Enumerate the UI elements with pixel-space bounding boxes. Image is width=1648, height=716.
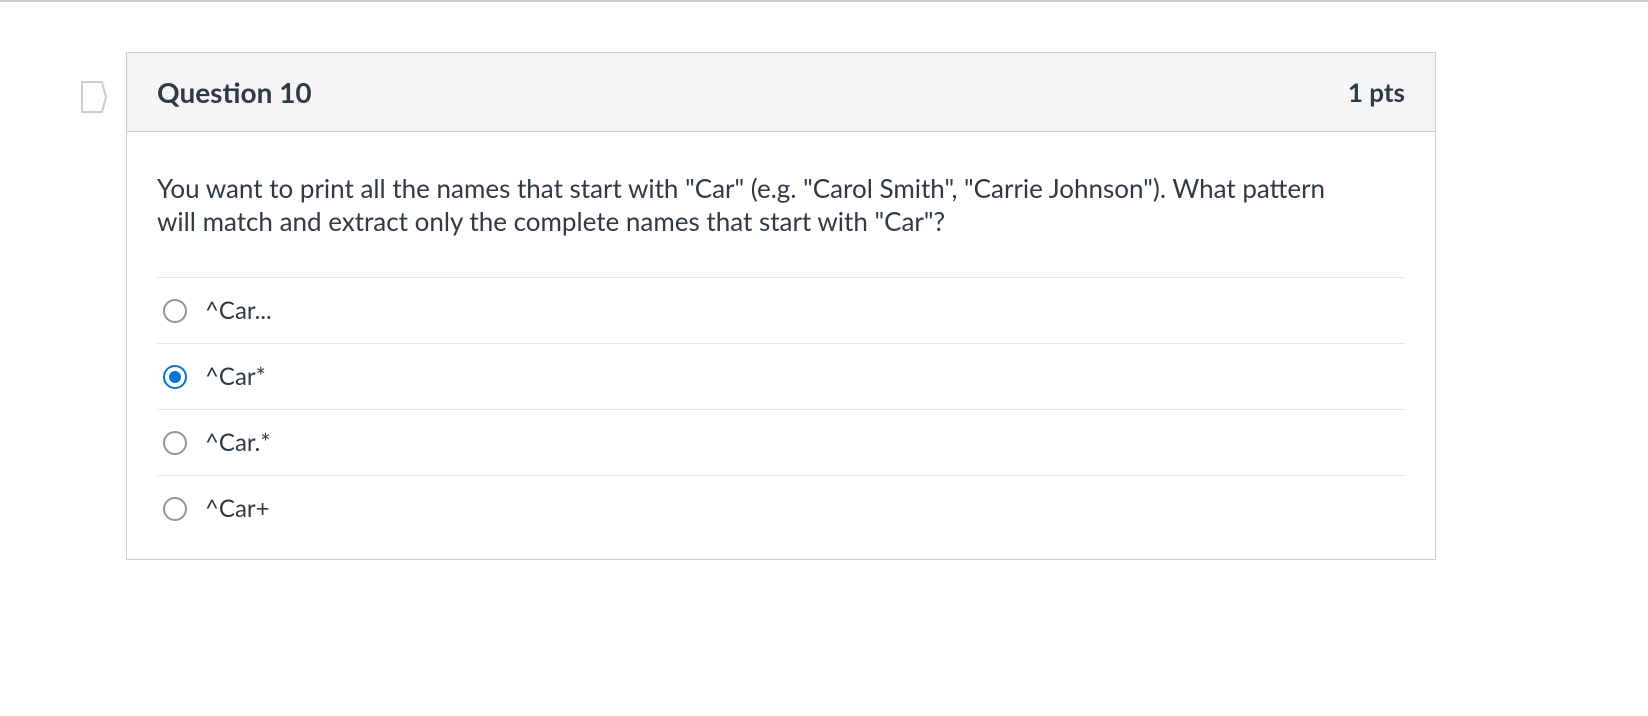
option-row[interactable]: ^Car.* (157, 410, 1405, 476)
option-label: ^Car* (205, 362, 266, 391)
options-list: ^Car... ^Car* ^Car.* ^Car+ (157, 277, 1405, 529)
question-block: Question 10 1 pts You want to print all … (0, 52, 1648, 560)
radio-icon[interactable] (163, 431, 187, 455)
question-prompt: You want to print all the names that sta… (157, 172, 1357, 237)
question-header: Question 10 1 pts (127, 53, 1435, 132)
bookmark-icon[interactable] (80, 80, 108, 112)
question-points: 1 pts (1348, 76, 1405, 108)
question-card: Question 10 1 pts You want to print all … (126, 52, 1436, 560)
page: Question 10 1 pts You want to print all … (0, 0, 1648, 560)
question-title: Question 10 (157, 75, 312, 109)
radio-icon[interactable] (163, 365, 187, 389)
option-label: ^Car.* (205, 428, 271, 457)
option-row[interactable]: ^Car... (157, 278, 1405, 344)
option-row[interactable]: ^Car* (157, 344, 1405, 410)
radio-icon[interactable] (163, 299, 187, 323)
option-label: ^Car+ (205, 494, 270, 523)
radio-icon[interactable] (163, 497, 187, 521)
option-row[interactable]: ^Car+ (157, 476, 1405, 529)
question-body: You want to print all the names that sta… (127, 132, 1435, 559)
option-label: ^Car... (205, 296, 272, 325)
